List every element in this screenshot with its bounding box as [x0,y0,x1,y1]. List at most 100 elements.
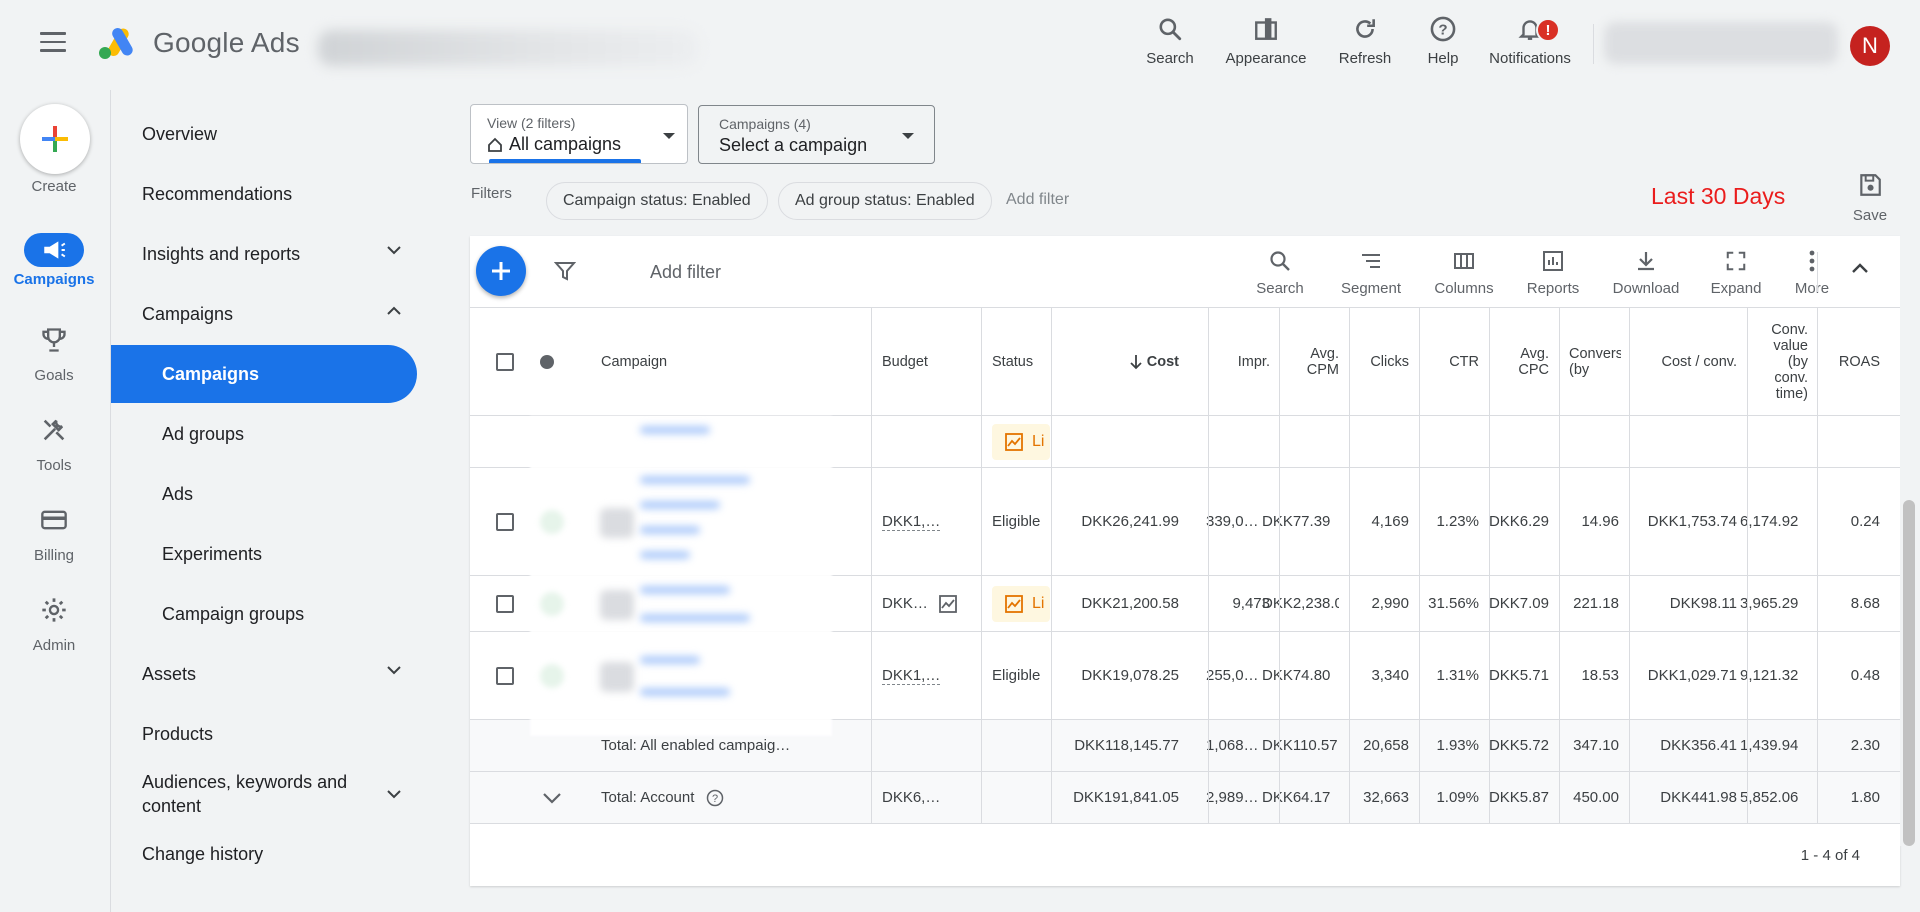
expand-toggle[interactable] [542,772,562,823]
download-button[interactable]: Download [1606,246,1686,297]
toolbar-label: Reports [1526,280,1580,297]
status-dot-header [540,308,554,416]
nav-item-audiences[interactable]: Audiences, keywords and content [111,762,417,826]
save-button[interactable]: Save [1850,172,1890,224]
rail-label: Tools [36,457,72,474]
help-action[interactable]: ? Help [1393,12,1493,67]
appearance-action[interactable]: Appearance [1216,12,1316,67]
date-range[interactable]: Last 30 Days [1651,183,1785,210]
column-divider [981,308,982,824]
rail-item-tools[interactable]: Tools [0,416,108,474]
column-header-clicks[interactable]: Clicks [1350,308,1409,416]
user-account-redacted[interactable] [1604,22,1838,64]
more-button[interactable]: More [1772,246,1852,297]
rail-item-admin[interactable]: Admin [0,596,108,654]
avg-cpc-cell: DKK5.72 [1488,737,1549,754]
svg-text:?: ? [1438,21,1447,38]
add-filter-link[interactable]: Add filter [1006,191,1069,209]
rail-item-campaigns[interactable]: Campaigns [0,233,108,288]
column-header-campaign[interactable]: Campaign [601,308,811,416]
segment-button[interactable]: Segment [1331,246,1411,297]
conv-value-cell: 6,174.92 [1740,513,1799,530]
nav-item-products[interactable]: Products [111,705,417,763]
column-header-conv-value[interactable]: Conv. value (by conv. time) [1752,308,1808,416]
table-search-button[interactable]: Search [1240,246,1320,297]
nav-item-experiments[interactable]: Experiments [111,525,417,583]
new-campaign-button[interactable] [476,246,526,296]
nav-item-ads[interactable]: Ads [111,465,417,523]
campaign-selector-caption: Campaigns (4) [719,116,811,132]
budget-cell[interactable]: DKK1,… [882,632,941,719]
column-header-cost-per-conv[interactable]: Cost / conv. [1630,308,1737,416]
row-checkbox[interactable] [496,576,514,631]
ctr-cell: 1.23% [1436,513,1479,530]
column-header-conversions[interactable]: Conversions (by [1569,308,1621,416]
add-filter-input[interactable]: Add filter [650,262,721,283]
menu-icon[interactable] [40,32,66,52]
conversions-cell: 450.00 [1573,789,1619,806]
notifications-action[interactable]: Notifications ! [1480,12,1580,67]
nav-item-campaign-groups[interactable]: Campaign groups [111,585,417,643]
filter-icon[interactable] [554,260,576,282]
cost-cell: DKK118,145.77 [1074,737,1179,754]
cost-cell: DKK191,841.05 [1073,789,1179,806]
expand-button[interactable]: Expand [1696,246,1776,297]
rail-label: Billing [33,547,75,564]
column-header-avg-cpc[interactable]: Avg. CPC [1490,308,1549,416]
budget-cell[interactable]: DKK… [882,576,958,631]
avatar[interactable]: N [1850,26,1890,66]
row-checkbox[interactable] [496,632,514,719]
help-label: Help [1427,50,1459,67]
column-header-impressions[interactable]: Impr. [1210,308,1270,416]
cost-cell: DKK26,241.99 [1081,513,1179,530]
nav-item-change-history[interactable]: Change history [111,825,417,883]
column-header-avg-cpm[interactable]: Avg. CPM [1279,308,1339,416]
redacted-link [640,476,750,484]
rail-item-goals[interactable]: Goals [0,326,108,384]
nav-item-overview[interactable]: Overview [111,105,417,163]
column-header-roas[interactable]: ROAS [1820,308,1880,416]
campaign-selector[interactable]: Campaigns (4) Select a campaign [698,105,935,164]
nav-item-ad-groups[interactable]: Ad groups [111,405,417,463]
nav-item-campaigns[interactable]: Campaigns [111,345,417,403]
nav-item-recommendations[interactable]: Recommendations [111,165,417,223]
clicks-cell: 2,990 [1371,595,1409,612]
google-ads-logo [99,28,133,59]
create-button[interactable] [20,104,90,174]
column-divider [1489,308,1490,824]
view-selector[interactable]: View (2 filters) All campaigns [470,104,688,164]
select-all-checkbox[interactable] [496,308,514,416]
svg-text:?: ? [712,793,718,805]
trend-chart-icon[interactable] [938,594,958,614]
gear-icon [42,598,66,622]
filter-chip-ad-group-status[interactable]: Ad group status: Enabled [778,182,992,220]
column-header-status[interactable]: Status [992,308,1052,416]
search-action[interactable]: Search [1120,12,1220,67]
chevron-up-icon[interactable] [1851,262,1869,274]
toolbar-label: Expand [1710,280,1762,297]
budget-cell[interactable]: DKK1,… [882,468,941,575]
rail-item-billing[interactable]: Billing [0,506,108,564]
nav-item-assets[interactable]: Assets [111,645,417,703]
column-header-cost[interactable]: Cost [1062,308,1179,416]
limited-status-badge[interactable]: Li [992,585,1050,622]
nav-item-insights-and-reports[interactable]: Insights and reports [111,225,417,283]
row-checkbox[interactable] [496,468,514,575]
column-header-ctr[interactable]: CTR [1420,308,1479,416]
columns-button[interactable]: Columns [1424,246,1504,297]
limited-status-badge[interactable]: Li [992,423,1050,460]
nav-item-campaigns-group[interactable]: Campaigns [111,285,417,343]
dropdown-arrow-icon [902,133,914,139]
avg-cpm-cell: DKK110.57 [1262,737,1338,754]
segment-icon [1362,254,1380,268]
search-icon [1159,18,1182,41]
appearance-label: Appearance [1225,50,1307,67]
status-dot [540,664,564,688]
column-divider [1817,308,1818,824]
help-icon[interactable]: ? [706,789,724,807]
column-header-budget[interactable]: Budget [882,308,972,416]
reports-button[interactable]: Reports [1513,246,1593,297]
scrollbar-thumb[interactable] [1903,500,1915,846]
filter-chip-campaign-status[interactable]: Campaign status: Enabled [546,182,768,220]
conversions-cell: 347.10 [1573,737,1619,754]
